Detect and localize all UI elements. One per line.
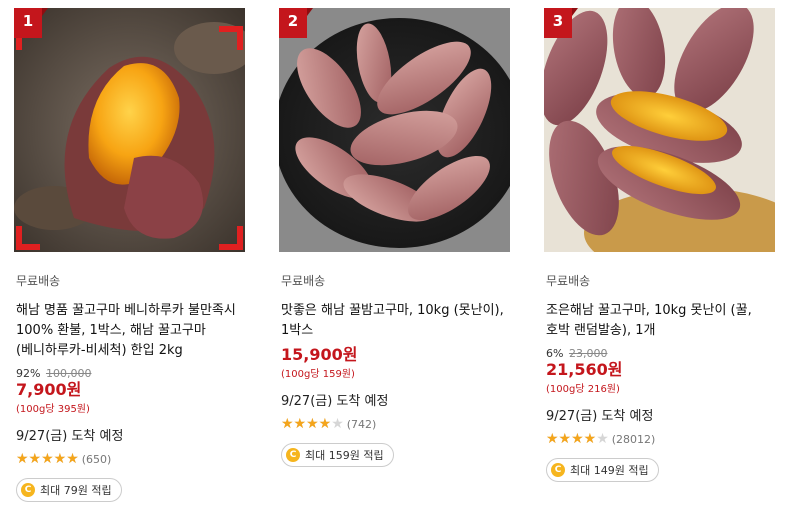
reward-badge: C 최대 149원 적립 [546, 458, 659, 482]
product-image[interactable]: 1 [14, 8, 245, 252]
rating: ★★★★★★★★★★ (28012) [546, 432, 779, 446]
original-price: 23,000 [568, 347, 608, 360]
corner-frame-icon [16, 226, 40, 250]
coin-icon: C [21, 483, 35, 497]
discount-rate: 92% [16, 367, 41, 380]
free-shipping-label: 무료배송 [281, 274, 326, 288]
discount-row: 92% 100,000 [16, 367, 249, 380]
coin-icon: C [286, 448, 300, 462]
review-count: (28012) [611, 432, 656, 446]
unit-price: (100g당 395원) [16, 404, 90, 415]
star-rating-icon: ★★★★★★★★★★ [16, 451, 79, 467]
product-card[interactable]: 2 무료배송 맛좋은 해남 꿀밤고구마, 10kg (못난이), 1박스 15,… [279, 8, 514, 508]
reward-label: 최대 79원 적립 [40, 484, 112, 497]
review-count: (742) [346, 417, 377, 431]
unit-price: (100g당 159원) [281, 369, 355, 380]
unit-price: (100g당 216원) [546, 384, 620, 395]
corner-frame-icon [219, 26, 243, 50]
product-image[interactable]: 2 [279, 8, 510, 252]
product-image[interactable]: 3 [544, 8, 775, 252]
discount-row: 6% 23,000 [546, 347, 779, 360]
reward-label: 최대 159원 적립 [305, 449, 384, 462]
rating: ★★★★★ ★★★★★ (650) [16, 452, 249, 466]
sweet-potato-raw-icon [279, 8, 510, 252]
rank-badge: 1 [14, 8, 48, 38]
corner-frame-icon [219, 226, 243, 250]
reward-badge: C 최대 159원 적립 [281, 443, 394, 467]
arrival-date: 9/27(금) 도착 예정 [546, 409, 654, 424]
arrival-date: 9/27(금) 도착 예정 [281, 394, 389, 409]
review-count: (650) [81, 452, 112, 466]
coin-icon: C [551, 463, 565, 477]
reward-badge: C 최대 79원 적립 [16, 478, 122, 502]
star-rating-icon: ★★★★★★★★★★ [281, 416, 344, 432]
product-title[interactable]: 조은해남 꿀고구마, 10kg 못난이 (꿀, 호박 랜덤발송), 1개 [546, 301, 776, 341]
sale-price: 15,900원 [281, 345, 358, 364]
product-card[interactable]: 1 무료배송 해남 명품 꿀고구마 베니하루카 불만족시 100% 환불, 1박… [14, 8, 249, 508]
arrival-date: 9/27(금) 도착 예정 [16, 429, 124, 444]
sale-price: 21,560원 [546, 360, 623, 379]
rating: ★★★★★★★★★★ (742) [281, 417, 514, 431]
sweet-potato-basket-icon [544, 8, 775, 252]
rank-badge: 2 [279, 8, 313, 38]
reward-label: 최대 149원 적립 [570, 464, 649, 477]
product-title[interactable]: 맛좋은 해남 꿀밤고구마, 10kg (못난이), 1박스 [281, 301, 511, 341]
product-card[interactable]: 3 무료배송 조은해남 꿀고구마, 10kg 못난이 (꿀, 호박 랜덤발송),… [544, 8, 779, 508]
star-rating-icon: ★★★★★★★★★★ [546, 431, 609, 447]
discount-rate: 6% [546, 347, 564, 360]
rank-badge: 3 [544, 8, 578, 38]
sweet-potato-roasted-icon [14, 8, 245, 252]
original-price: 100,000 [45, 367, 92, 380]
sale-price: 7,900원 [16, 380, 82, 399]
free-shipping-label: 무료배송 [546, 274, 591, 288]
free-shipping-label: 무료배송 [16, 274, 61, 288]
product-title[interactable]: 해남 명품 꿀고구마 베니하루카 불만족시 100% 환불, 1박스, 해남 꿀… [16, 301, 246, 361]
